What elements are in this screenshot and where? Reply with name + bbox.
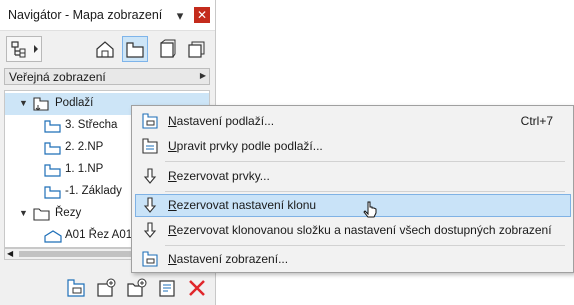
view-settings-icon — [142, 251, 158, 267]
menu-item-story-settings[interactable]: Nastavení podlaží... Ctrl+7 — [135, 110, 571, 133]
chevron-down-icon[interactable]: ▼ — [19, 208, 28, 218]
edit-by-story-icon — [142, 138, 158, 154]
tree-item-label: 3. Střecha — [65, 119, 118, 131]
tree-item-label: 2. 2.NP — [65, 141, 104, 153]
story-icon — [44, 186, 61, 199]
menu-item-shortcut: Ctrl+7 — [520, 114, 553, 128]
title-bar: Navigátor - Mapa zobrazení ▾ ✕ — [0, 0, 215, 31]
menu-item-reserve-cloned-folder[interactable]: Rezervovat klonovanou složku a nastavení… — [135, 219, 571, 242]
menu-item-mnemonic: R — [168, 223, 177, 237]
story-icon — [44, 142, 61, 155]
tree-item-label: 1. 1.NP — [65, 163, 104, 175]
view-map-icon — [126, 42, 144, 58]
window-title: Navigátor - Mapa zobrazení — [8, 8, 163, 22]
menu-item-edit-by-story[interactable]: Upravit prvky podle podlaží... — [135, 135, 571, 158]
layout-book-tab[interactable] — [154, 36, 180, 62]
menu-item-mnemonic: N — [168, 252, 177, 266]
map-selector[interactable]: Veřejná zobrazení ▶ — [4, 68, 210, 85]
new-folder-icon[interactable] — [125, 277, 147, 299]
menu-separator — [165, 191, 565, 192]
menu-separator — [165, 161, 565, 162]
reserve-folder-icon — [143, 222, 157, 238]
bottom-toolbar — [0, 268, 215, 305]
story-settings-icon — [142, 113, 158, 129]
folder-icon — [33, 208, 50, 221]
story-icon — [44, 164, 61, 177]
publisher-sets-icon — [188, 41, 205, 58]
house-icon — [96, 41, 114, 58]
reserve-clone-icon — [143, 197, 157, 213]
project-tree-icon — [11, 41, 38, 58]
view-settings-icon[interactable] — [157, 277, 179, 299]
view-map-tab[interactable] — [122, 36, 148, 62]
menu-item-reserve-clone[interactable]: Rezervovat nastavení klonu — [135, 194, 571, 218]
menu-item-mnemonic: U — [168, 139, 177, 153]
layout-book-icon — [160, 39, 176, 58]
reserve-elements-icon — [143, 168, 157, 184]
menu-item-label: ezervovat prvky... — [176, 169, 270, 183]
new-view-icon[interactable] — [95, 277, 117, 299]
tree-item-label: Podlaží — [55, 97, 94, 109]
menu-item-mnemonic: R — [168, 169, 177, 183]
menu-item-label: pravit prvky podle podlaží... — [176, 139, 323, 153]
project-map-dropdown[interactable] — [6, 36, 42, 62]
scroll-left-icon[interactable]: ◀ — [7, 249, 13, 259]
close-button[interactable]: ✕ — [194, 7, 210, 23]
menu-item-label: ezervovat klonovanou složku a nastavení … — [176, 223, 552, 237]
menu-item-mnemonic: R — [168, 198, 177, 212]
tree-item-label: A01 Řez A01 — [65, 229, 133, 241]
section-icon — [44, 230, 62, 243]
menu-item-reserve-elements[interactable]: Rezervovat prvky... — [135, 165, 571, 188]
chevron-down-icon[interactable]: ▼ — [19, 98, 28, 108]
story-settings-icon[interactable] — [65, 277, 87, 299]
menu-separator — [165, 245, 565, 246]
tree-item-label: Řezy — [55, 207, 82, 219]
menu-item-mnemonic: N — [168, 114, 177, 128]
menu-item-label: astavení podlaží... — [176, 114, 275, 128]
tree-item-label: -1. Základy — [65, 185, 122, 197]
menu-item-label: astavení zobrazení... — [176, 252, 289, 266]
menu-item-view-settings[interactable]: Nastavení zobrazení... — [135, 248, 571, 271]
project-map-tab[interactable] — [92, 36, 118, 62]
menu-item-label: ezervovat nastavení klonu — [176, 198, 317, 212]
chevron-right-icon: ▶ — [199, 71, 206, 80]
stories-folder-icon — [33, 97, 49, 111]
context-menu: Nastavení podlaží... Ctrl+7 Upravit prvk… — [131, 105, 574, 273]
toolbar — [0, 31, 215, 67]
delete-icon[interactable] — [186, 277, 208, 299]
publisher-sets-tab[interactable] — [184, 36, 210, 62]
story-icon — [44, 120, 61, 133]
pin-icon[interactable]: ▾ — [172, 8, 188, 24]
map-selector-label: Veřejná zobrazení — [9, 70, 106, 84]
